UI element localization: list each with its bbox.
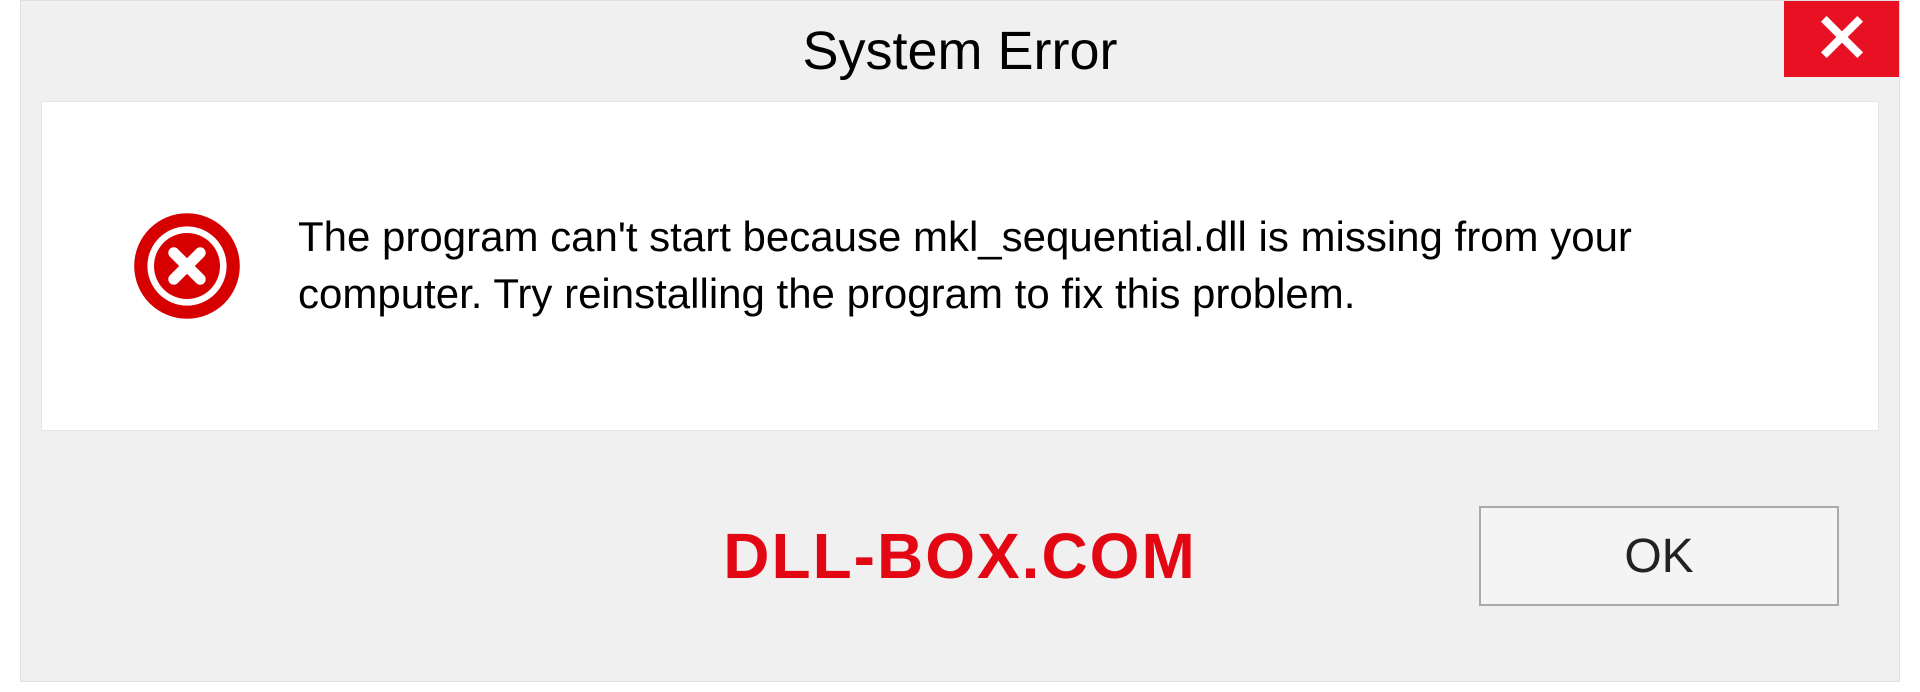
watermark-text: DLL-BOX.COM bbox=[723, 519, 1197, 593]
error-icon bbox=[132, 211, 242, 321]
titlebar: System Error bbox=[21, 1, 1899, 101]
dialog-body: The program can't start because mkl_sequ… bbox=[41, 101, 1879, 431]
error-message: The program can't start because mkl_sequ… bbox=[298, 209, 1758, 322]
system-error-dialog: System Error The program can't start bec… bbox=[20, 0, 1900, 682]
dialog-title: System Error bbox=[802, 20, 1117, 82]
ok-button[interactable]: OK bbox=[1479, 506, 1839, 606]
close-button[interactable] bbox=[1784, 1, 1899, 77]
close-icon bbox=[1819, 14, 1865, 65]
dialog-footer: DLL-BOX.COM OK bbox=[41, 451, 1879, 661]
